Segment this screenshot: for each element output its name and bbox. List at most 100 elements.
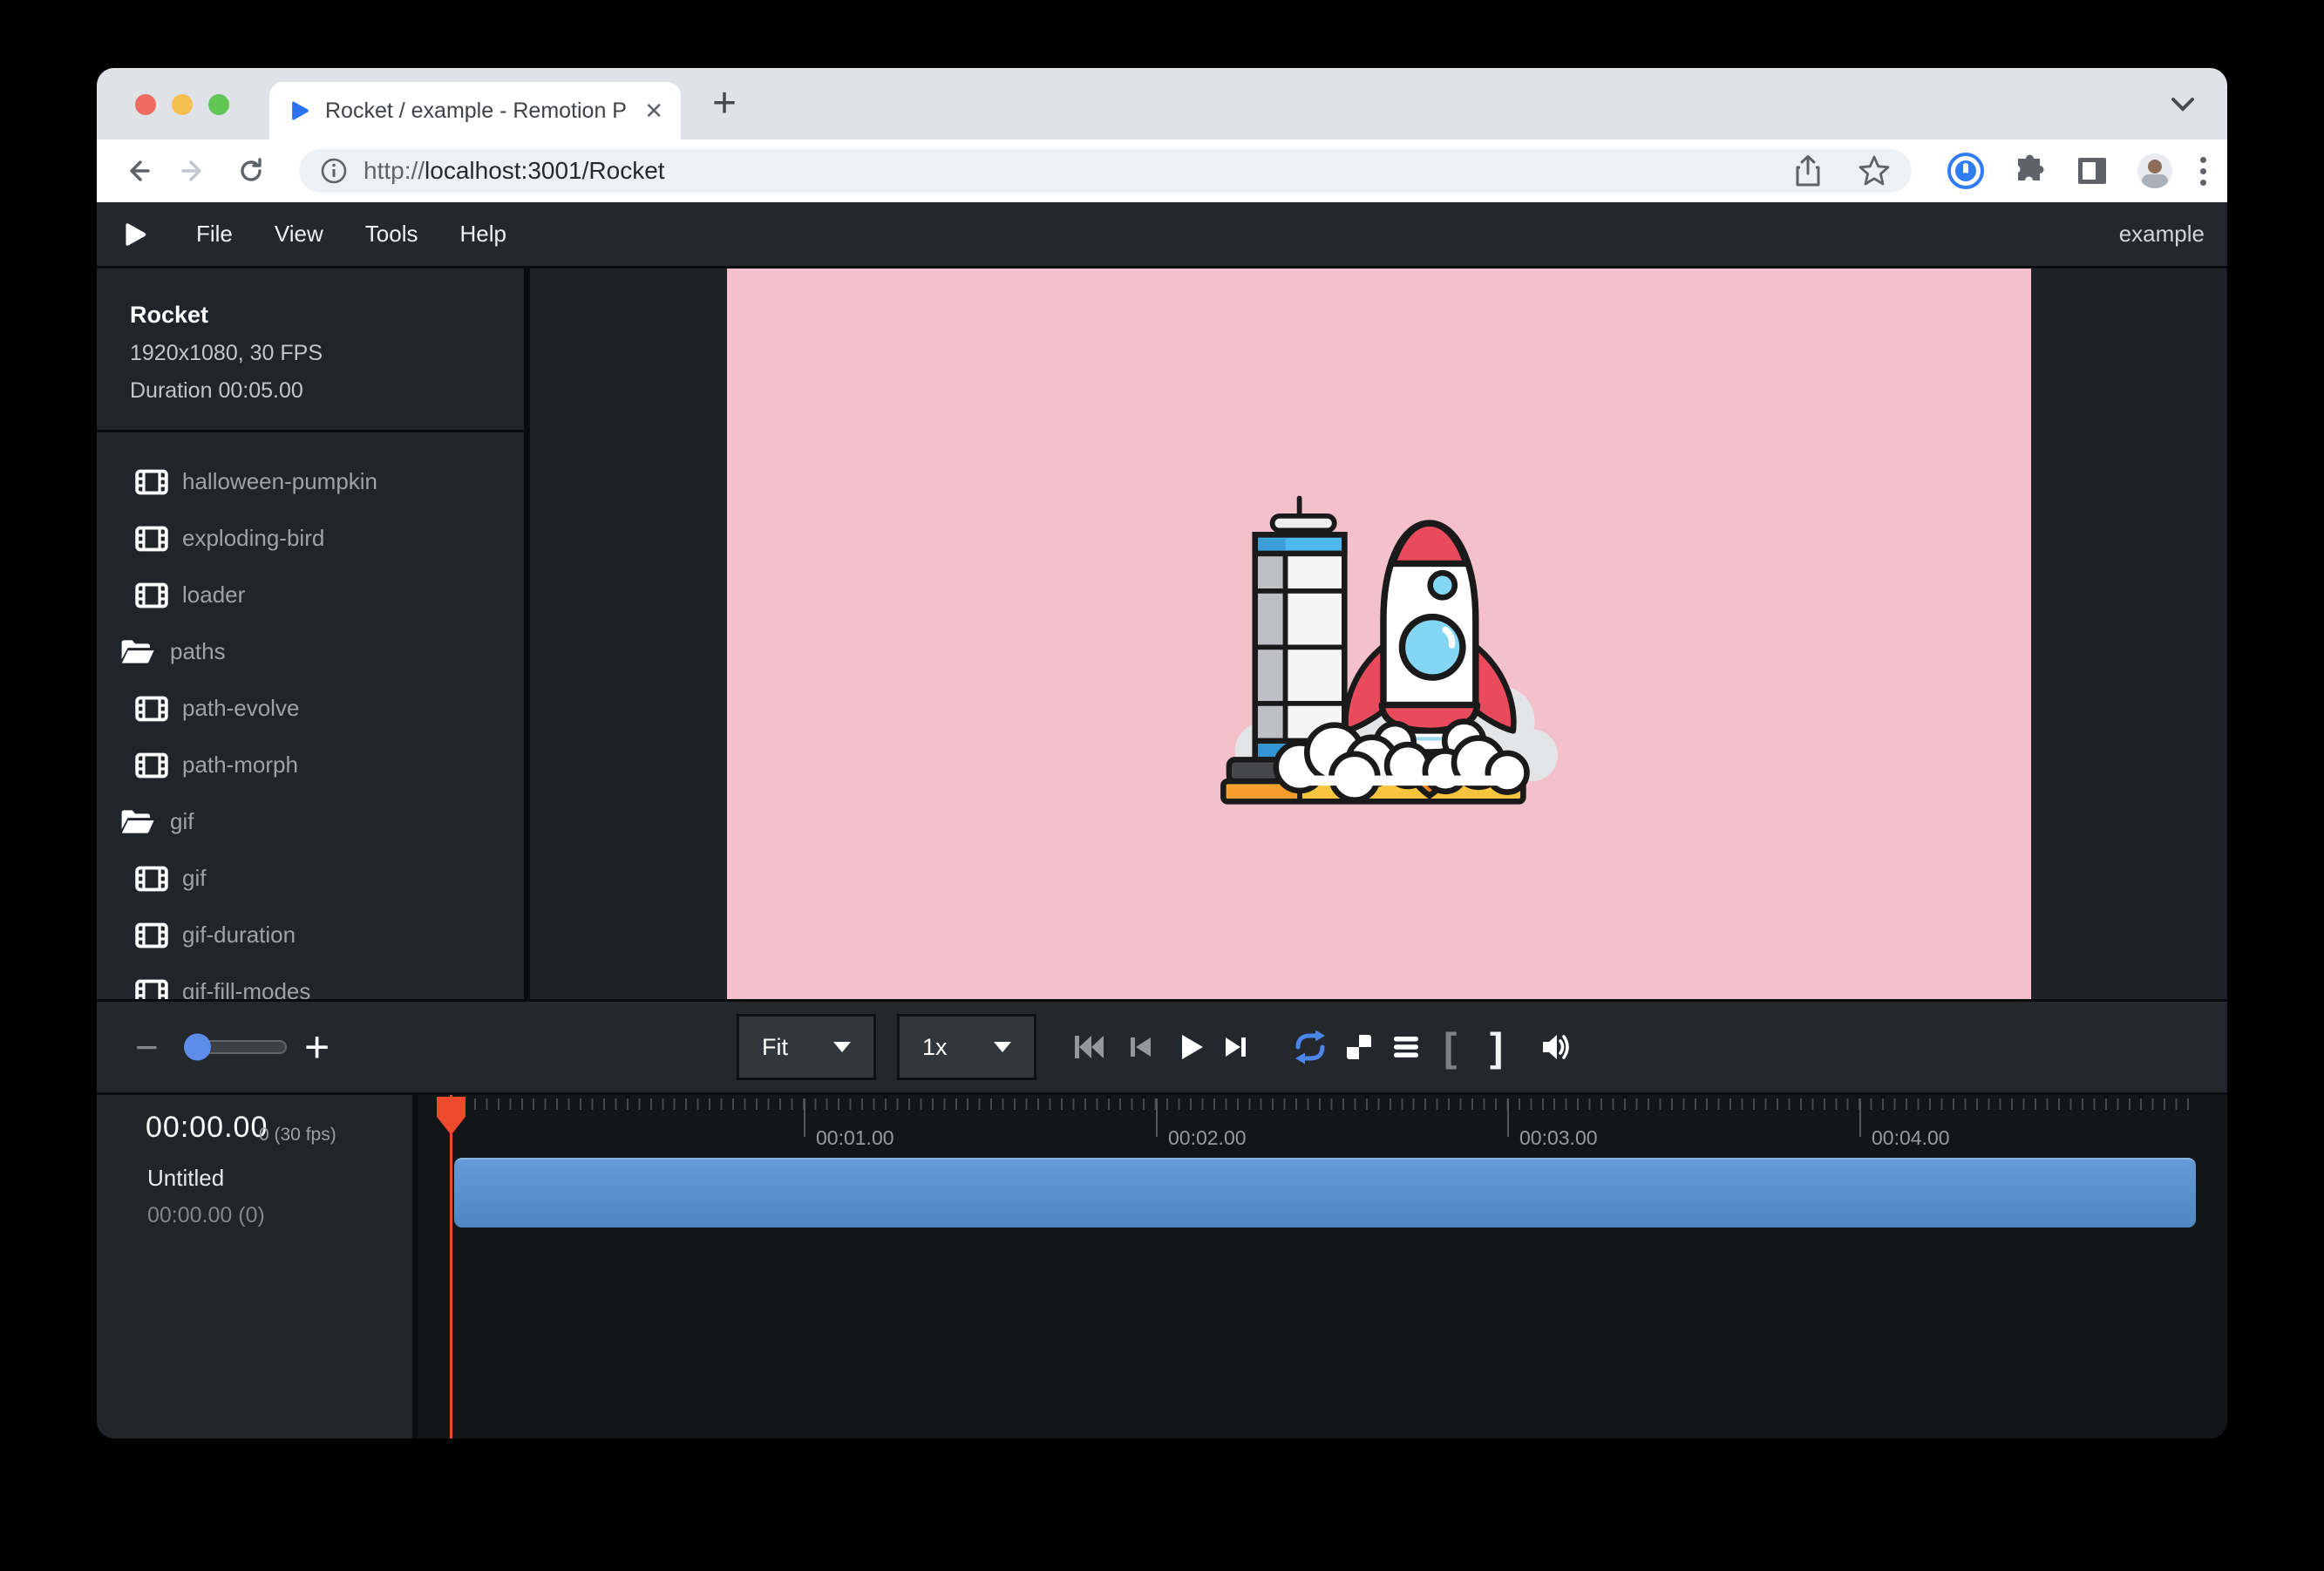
playhead-line[interactable]: [450, 1095, 452, 1438]
sidebar-item-label: path-evolve: [182, 695, 299, 722]
remotion-logo-icon[interactable]: [119, 220, 149, 249]
menu-help[interactable]: Help: [439, 221, 527, 248]
sidebar-item-label: gif-duration: [182, 922, 296, 949]
sidebar-item[interactable]: gif-duration: [97, 907, 524, 963]
fullscreen-window-button[interactable]: [208, 94, 229, 115]
transparency-checkerboard-icon[interactable]: [1340, 1028, 1378, 1066]
forward-icon[interactable]: [177, 154, 210, 187]
remotion-favicon-icon: [287, 99, 311, 123]
compositions-sidebar: Rocket 1920x1080, 30 FPS Duration 00:05.…: [97, 269, 530, 999]
bookmark-star-icon[interactable]: [1858, 154, 1891, 187]
zoom-slider-thumb[interactable]: [184, 1034, 211, 1061]
sidebar-item-label: loader: [182, 581, 245, 609]
sidebar-item-label: gif: [170, 808, 194, 835]
composition-canvas[interactable]: [727, 269, 2031, 999]
zoom-out-button[interactable]: −: [135, 1024, 159, 1071]
sidebar-item[interactable]: path-morph: [97, 737, 524, 793]
project-name-label: example: [2119, 221, 2205, 248]
menu-tools[interactable]: Tools: [344, 221, 439, 248]
composition-list: halloween-pumpkin exploding-bird loader: [97, 432, 524, 999]
app-menubar: File View Tools Help example: [97, 202, 2227, 269]
sidebar-item[interactable]: gif-fill-modes: [97, 963, 524, 999]
extensions-puzzle-icon[interactable]: [2012, 153, 2047, 188]
folder-open-icon: [119, 807, 156, 836]
film-icon: [135, 696, 168, 722]
address-bar[interactable]: http://localhost:3001/Rocket: [299, 149, 1912, 193]
canvas-size-value: Fit: [762, 1034, 788, 1061]
menu-file[interactable]: File: [175, 221, 254, 248]
ruler-label: 00:03.00: [1519, 1126, 1598, 1150]
tab-search-chevron-icon[interactable]: [2171, 98, 2194, 112]
chevron-down-icon: [994, 1042, 1011, 1052]
out-point-bracket-icon[interactable]: ]: [1490, 1028, 1503, 1066]
browser-toolbar: http://localhost:3001/Rocket: [97, 139, 2227, 202]
chevron-down-icon: [833, 1042, 851, 1052]
skip-to-start-icon[interactable]: [1070, 1028, 1108, 1066]
composition-duration: Duration 00:05.00: [130, 378, 524, 404]
in-point-bracket-icon[interactable]: [: [1444, 1028, 1457, 1066]
film-icon: [135, 469, 168, 495]
sidebar-item[interactable]: exploding-bird: [97, 510, 524, 567]
ruler-second-tick: [1156, 1098, 1158, 1137]
side-panel-icon[interactable]: [2075, 153, 2110, 188]
sidebar-item[interactable]: gif: [97, 850, 524, 907]
new-tab-button[interactable]: +: [712, 79, 737, 127]
close-window-button[interactable]: [135, 94, 156, 115]
next-frame-icon[interactable]: [1217, 1028, 1255, 1066]
composition-resolution: 1920x1080, 30 FPS: [130, 341, 524, 366]
film-icon: [135, 922, 168, 949]
tab-close-icon[interactable]: ✕: [644, 98, 663, 125]
tab-strip: Rocket / example - Remotion P ✕ +: [97, 68, 2227, 139]
main-area: Rocket 1920x1080, 30 FPS Duration 00:05.…: [97, 269, 2227, 999]
ruler-second-tick: [1859, 1098, 1861, 1137]
volume-icon[interactable]: [1537, 1028, 1575, 1066]
sidebar-item[interactable]: path-evolve: [97, 680, 524, 737]
timeline-zoom-slider[interactable]: [184, 1040, 287, 1054]
sidebar-item[interactable]: paths: [97, 623, 524, 680]
timeline-tracks-icon[interactable]: [1387, 1028, 1425, 1066]
previous-frame-icon[interactable]: [1121, 1028, 1159, 1066]
sidebar-item-label: gif-fill-modes: [182, 978, 310, 999]
browser-menu-icon[interactable]: [2200, 157, 2206, 186]
site-info-icon[interactable]: [320, 157, 348, 185]
sidebar-item[interactable]: gif: [97, 793, 524, 850]
track-duration: 00:00.00 (0): [147, 1203, 265, 1228]
track-name: Untitled: [147, 1165, 224, 1192]
sidebar-item-label: gif: [182, 865, 206, 892]
sidebar-item[interactable]: loader: [97, 567, 524, 623]
extension-area: [1947, 139, 2206, 202]
sidebar-item-label: path-morph: [182, 751, 298, 779]
player-controls: − + Fit 1x: [97, 999, 2227, 1095]
playhead-marker[interactable]: [437, 1097, 465, 1135]
ruler-second-tick: [804, 1098, 805, 1137]
url-text: http://localhost:3001/Rocket: [364, 157, 665, 185]
back-icon[interactable]: [121, 154, 154, 187]
ruler-second-tick: [1507, 1098, 1509, 1137]
sidebar-item-label: halloween-pumpkin: [182, 468, 377, 495]
browser-tab[interactable]: Rocket / example - Remotion P ✕: [269, 82, 681, 139]
timeline-clip-bar[interactable]: [454, 1158, 2196, 1228]
sidebar-item[interactable]: halloween-pumpkin: [97, 453, 524, 510]
zoom-in-button[interactable]: +: [304, 1022, 330, 1072]
tab-title: Rocket / example - Remotion P: [325, 99, 635, 124]
profile-avatar[interactable]: [2137, 153, 2172, 188]
loop-icon[interactable]: [1291, 1028, 1329, 1066]
play-icon[interactable]: [1171, 1028, 1209, 1066]
preview-area: [530, 269, 2227, 999]
film-icon: [135, 582, 168, 609]
playback-speed-select[interactable]: 1x: [897, 1014, 1036, 1080]
rocket-illustration: [1192, 453, 1566, 815]
canvas-size-select[interactable]: Fit: [737, 1014, 876, 1080]
film-icon: [135, 866, 168, 892]
onepassword-extension-icon[interactable]: [1947, 153, 1984, 189]
timeline-track-area[interactable]: 00:01.00 00:02.00 00:03.00 00:04.00: [418, 1095, 2227, 1438]
timeline-info-panel: 00:00.00 0 (30 fps) Untitled 00:00.00 (0…: [97, 1095, 418, 1438]
sidebar-item-label: paths: [170, 638, 226, 665]
sidebar-item-label: exploding-bird: [182, 525, 324, 552]
menu-view[interactable]: View: [254, 221, 344, 248]
reload-icon[interactable]: [234, 154, 268, 187]
minimize-window-button[interactable]: [172, 94, 193, 115]
share-icon[interactable]: [1793, 154, 1823, 187]
ruler-label: 00:04.00: [1872, 1126, 1950, 1150]
composition-name: Rocket: [130, 302, 524, 329]
